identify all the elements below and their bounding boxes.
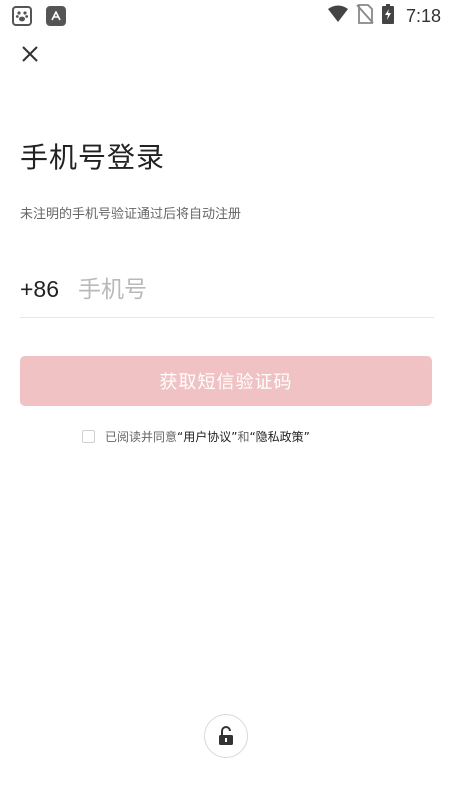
battery-charging-icon bbox=[381, 4, 394, 28]
agree-checkbox[interactable] bbox=[82, 429, 95, 443]
status-right: 7:18 bbox=[327, 4, 441, 28]
paw-app-icon bbox=[12, 6, 32, 26]
user-agreement-link[interactable]: “用户协议” bbox=[177, 428, 237, 445]
privacy-policy-link[interactable]: “隐私政策” bbox=[249, 428, 309, 445]
phone-input[interactable] bbox=[78, 276, 408, 303]
lock-open-icon bbox=[219, 726, 233, 745]
phone-row: +86 bbox=[20, 262, 434, 318]
page-title: 手机号登录 bbox=[20, 141, 166, 174]
agreement-and: 和 bbox=[237, 429, 250, 444]
login-screen: 7:18 手机号登录 未注明的手机号验证通过后将自动注册 +86 获取短信验证码… bbox=[0, 0, 451, 808]
close-icon bbox=[22, 46, 38, 62]
country-code[interactable]: +86 bbox=[20, 276, 78, 303]
no-sim-icon bbox=[356, 4, 374, 28]
wifi-icon bbox=[327, 5, 348, 27]
agreement-row: 已阅读并同意 “用户协议” 和 “隐私政策” bbox=[82, 427, 310, 445]
lock-button[interactable] bbox=[204, 714, 248, 758]
text-app-icon bbox=[46, 6, 66, 26]
get-code-button[interactable]: 获取短信验证码 bbox=[20, 356, 432, 406]
status-bar: 7:18 bbox=[0, 0, 451, 32]
clock: 7:18 bbox=[405, 5, 441, 26]
close-button[interactable] bbox=[14, 38, 46, 70]
agreement-prefix: 已阅读并同意 bbox=[105, 429, 178, 444]
page-subtitle: 未注明的手机号验证通过后将自动注册 bbox=[20, 207, 242, 222]
status-left bbox=[12, 6, 66, 26]
